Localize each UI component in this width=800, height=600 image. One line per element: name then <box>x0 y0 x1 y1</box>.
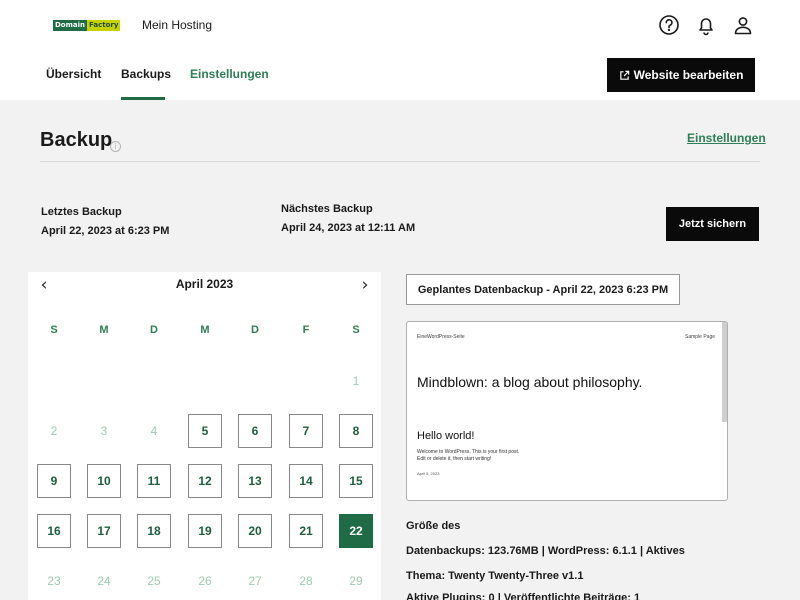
weekday-header: M <box>200 324 210 336</box>
calendar-day: 3 <box>100 424 108 438</box>
preview-nav-link: Sample Page <box>685 334 716 340</box>
edit-website-label: Website bearbeiten <box>633 68 744 82</box>
top-bar: Domain Factory Mein Hosting Übersicht Ba… <box>0 0 800 100</box>
website-preview: EineWordPress-Seite Sample Page Mindblow… <box>406 321 728 501</box>
calendar-day[interactable]: 15 <box>339 464 373 498</box>
calendar-day[interactable]: 12 <box>188 464 222 498</box>
weekday-header: D <box>251 324 259 336</box>
calendar-day[interactable]: 14 <box>289 464 323 498</box>
save-now-button[interactable]: Jetzt sichern <box>666 207 759 241</box>
stats-line-2: Datenbackups: 123.76MB | WordPress: 6.1.… <box>406 545 685 557</box>
stats-line-3: Thema: Twenty Twenty-Three v1.1 <box>406 570 584 582</box>
weekday-header: D <box>150 324 158 336</box>
preview-headline: Mindblown: a blog about philosophy. <box>417 374 643 390</box>
calendar-day[interactable]: 7 <box>289 414 323 448</box>
calendar-day: 28 <box>299 574 313 588</box>
active-tab-indicator <box>121 97 165 100</box>
calendar-month: April 2023 <box>175 277 234 291</box>
scheduled-backup-label: Geplantes Datenbackup - April 22, 2023 6… <box>406 274 680 305</box>
calendar-day[interactable]: 18 <box>137 514 171 548</box>
last-backup-label: Letztes Backup <box>41 206 122 218</box>
calendar-day: 27 <box>248 574 262 588</box>
calendar-day: 4 <box>150 424 158 438</box>
calendar-day[interactable]: 13 <box>238 464 272 498</box>
preview-post-date: April 5, 2023 <box>417 471 440 476</box>
last-backup-value: April 22, 2023 at 6:23 PM <box>41 225 170 237</box>
external-link-icon <box>619 70 629 80</box>
next-month-button[interactable]: › <box>355 275 375 295</box>
calendar-day: 26 <box>198 574 212 588</box>
calendar-day: 29 <box>349 574 363 588</box>
preview-scrollbar[interactable] <box>722 322 727 422</box>
calendar-day[interactable]: 8 <box>339 414 373 448</box>
logo-part-domain: Domain <box>53 20 88 31</box>
stats-line-4: Aktive Plugins: 0 | Veröffentlichte Beit… <box>406 592 641 600</box>
bell-icon[interactable] <box>695 14 717 36</box>
calendar-day[interactable]: 10 <box>87 464 121 498</box>
calendar-day: 25 <box>147 574 161 588</box>
weekday-header: F <box>302 324 310 336</box>
calendar-day[interactable]: 20 <box>238 514 272 548</box>
next-backup-label: Nächstes Backup <box>281 203 373 215</box>
domainfactory-logo[interactable]: Domain Factory <box>53 20 121 31</box>
calendar-day: 2 <box>50 424 58 438</box>
calendar-day[interactable]: 9 <box>37 464 71 498</box>
stats-line-1: Größe des <box>406 520 461 532</box>
next-backup-value: April 24, 2023 at 12:11 AM <box>281 222 416 234</box>
page-title: Backup <box>40 129 113 151</box>
calendar-day[interactable]: 6 <box>238 414 272 448</box>
calendar-day[interactable]: 19 <box>188 514 222 548</box>
calendar-day: 24 <box>97 574 111 588</box>
info-icon[interactable]: i <box>110 141 121 152</box>
weekday-header: S <box>50 324 58 336</box>
calendar-day[interactable]: 17 <box>87 514 121 548</box>
logo-part-factory: Factory <box>87 20 121 31</box>
calendar-day-selected[interactable]: 22 <box>339 514 373 548</box>
heading-divider <box>40 161 760 162</box>
calendar-day[interactable]: 16 <box>37 514 71 548</box>
site-name: Mein Hosting <box>142 18 213 32</box>
preview-site-title: EineWordPress-Seite <box>417 334 465 340</box>
calendar-day[interactable]: 11 <box>137 464 171 498</box>
preview-post-title: Hello world! <box>417 430 475 442</box>
edit-website-button[interactable]: Website bearbeiten <box>607 58 755 92</box>
backup-calendar: ‹ April 2023 › S M D M D F S 1 2 3 4 5 6 7 8 9 10 11 12 13 1… <box>28 272 381 600</box>
tab-overview[interactable]: Übersicht <box>46 67 101 81</box>
calendar-day[interactable]: 21 <box>289 514 323 548</box>
preview-post-excerpt: Welcome to WordPress. This is your first… <box>417 449 520 462</box>
tab-backups[interactable]: Backups <box>121 67 171 81</box>
weekday-header: S <box>352 324 360 336</box>
calendar-day: 1 <box>352 374 360 388</box>
tab-settings[interactable]: Einstellungen <box>190 67 269 81</box>
calendar-day: 23 <box>47 574 61 588</box>
user-icon[interactable] <box>732 14 754 36</box>
help-icon[interactable] <box>658 14 680 36</box>
weekday-header: M <box>99 324 109 336</box>
settings-link[interactable]: Einstellungen <box>687 131 766 145</box>
calendar-day[interactable]: 5 <box>188 414 222 448</box>
